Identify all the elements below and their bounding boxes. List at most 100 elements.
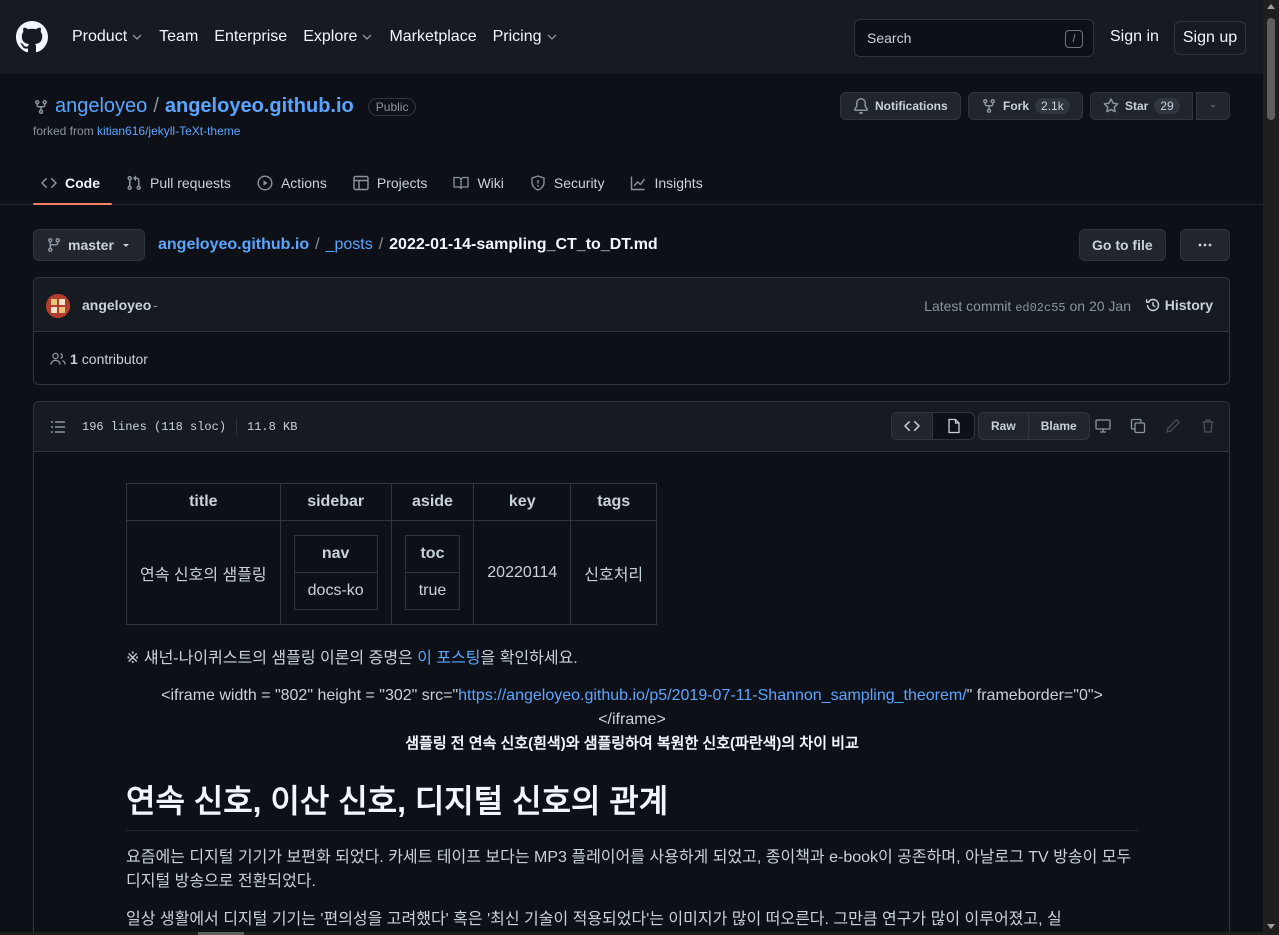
history-link[interactable]: History (1145, 297, 1213, 313)
repo-owner-link[interactable]: angeloyeo (55, 95, 147, 118)
branch-select-button[interactable]: master (33, 229, 145, 261)
list-unordered-icon[interactable] (50, 419, 66, 435)
book-icon (453, 176, 470, 189)
tab-insights[interactable]: Insights (622, 160, 714, 205)
go-to-file-button[interactable]: Go to file (1079, 229, 1166, 261)
scroll-up-arrow-icon[interactable] (1267, 4, 1275, 9)
chevron-down-icon (362, 34, 372, 40)
iframe-text: " frameborder="0"> (966, 687, 1103, 704)
table-header: sidebar (279, 483, 392, 521)
subtable-header: toc (404, 535, 461, 573)
subtable-cell: docs-ko (293, 572, 378, 610)
visibility-badge: Public (367, 97, 417, 116)
tab-label: Pull requests (150, 174, 231, 191)
display-source-button[interactable] (891, 412, 933, 440)
repo-title: angeloyeo / angeloyeo.github.io Public (33, 95, 417, 118)
github-logo-icon[interactable] (16, 21, 48, 53)
star-count: 29 (1154, 98, 1180, 114)
triangle-down-icon (1210, 105, 1216, 108)
raw-button[interactable]: Raw (978, 412, 1029, 440)
tab-code[interactable]: Code (33, 160, 112, 205)
iframe-close-text: </iframe> (598, 711, 666, 728)
tab-label: Wiki (477, 174, 504, 191)
tab-security[interactable]: Security (522, 160, 617, 205)
latest-commit-label: Latest commit (924, 298, 1012, 314)
nav-enterprise[interactable]: Enterprise (214, 28, 287, 46)
nav-explore[interactable]: Explore (303, 28, 373, 46)
nav-marketplace[interactable]: Marketplace (389, 28, 476, 46)
repo-header: angeloyeo / angeloyeo.github.io Public f… (0, 74, 1263, 205)
iframe-url-link[interactable]: https://angeloyeo.github.io/p5/2019-07-1… (458, 687, 967, 704)
tab-pull-requests[interactable]: Pull requests (118, 160, 243, 205)
sign-up-button[interactable]: Sign up (1174, 21, 1246, 55)
git-branch-icon (47, 238, 60, 253)
scroll-down-arrow-icon[interactable] (1267, 924, 1275, 929)
file-icon (947, 418, 960, 434)
tab-projects[interactable]: Projects (345, 160, 440, 205)
sign-in-link[interactable]: Sign in (1110, 28, 1159, 46)
star-list-dropdown[interactable] (1196, 92, 1230, 120)
copy-icon[interactable] (1130, 418, 1146, 434)
blame-button[interactable]: Blame (1028, 412, 1090, 440)
notifications-button[interactable]: Notifications (840, 92, 961, 120)
forked-from-link[interactable]: kitian616/jekyll-TeXt-theme (97, 124, 240, 138)
repo-separator: / (153, 95, 159, 117)
file-size: 11.8 KB (247, 420, 298, 434)
breadcrumb-file: 2022-01-14-sampling_CT_to_DT.md (389, 236, 658, 253)
breadcrumb-folder[interactable]: _posts (326, 236, 373, 254)
commit-message-separator: - (153, 297, 158, 313)
table-cell-key: 20220114 (473, 520, 572, 625)
repo-forked-icon (35, 99, 47, 114)
tab-label: Code (65, 174, 100, 191)
repo-tabs: Code Pull requests Actions Projects Wiki… (33, 160, 721, 205)
play-icon (257, 174, 273, 191)
search-shortcut-key: / (1065, 30, 1083, 48)
people-icon (50, 352, 66, 365)
commit-author-link[interactable]: angeloyeo (82, 297, 151, 313)
desktop-icon[interactable] (1095, 418, 1111, 434)
commit-sha-link[interactable]: ed02c55 (1015, 301, 1065, 315)
file-header: 196 lines (118 sloc) 11.8 KB Raw Blame (34, 402, 1229, 452)
repo-name-link[interactable]: angeloyeo.github.io (165, 95, 354, 118)
vertical-scrollbar[interactable] (1263, 0, 1279, 935)
display-rendered-button[interactable] (933, 412, 975, 440)
graph-icon (631, 176, 646, 190)
tab-actions[interactable]: Actions (249, 160, 339, 205)
file-viewer: 196 lines (118 sloc) 11.8 KB Raw Blame t… (33, 401, 1230, 935)
pull-request-icon (127, 175, 142, 190)
table-cell-title: 연속 신호의 샘플링 (126, 520, 281, 625)
breadcrumb-root[interactable]: angeloyeo.github.io (158, 236, 309, 254)
avatar-image-icon (46, 294, 70, 318)
nav-product[interactable]: Product (72, 28, 143, 46)
tab-wiki[interactable]: Wiki (445, 160, 515, 205)
table-header: key (473, 483, 572, 521)
contributors-label: contributor (81, 351, 148, 367)
shield-icon (531, 174, 545, 191)
avatar[interactable] (46, 294, 70, 318)
global-header: Product Team Enterprise Explore Marketpl… (0, 0, 1263, 74)
search-input[interactable]: Search / (854, 19, 1094, 57)
forked-prefix: forked from (33, 124, 94, 138)
posting-link[interactable]: 이 포스팅 (417, 650, 480, 667)
trash-icon[interactable] (1200, 418, 1216, 434)
more-options-button[interactable] (1180, 229, 1230, 261)
nav-label: Explore (303, 28, 358, 45)
subtable-cell: true (404, 572, 461, 610)
nav-team[interactable]: Team (159, 28, 198, 46)
file-info-divider (236, 419, 238, 435)
history-icon (1145, 298, 1159, 312)
table-header: tags (570, 483, 658, 521)
aside-subtable: toc true (404, 535, 461, 610)
scrollbar-thumb[interactable] (1267, 18, 1275, 120)
commit-date: on 20 Jan (1069, 298, 1132, 314)
code-icon (904, 420, 920, 432)
contributors-link[interactable]: 1 contributor (50, 351, 148, 367)
breadcrumb-separator: / (315, 236, 320, 253)
pencil-icon[interactable] (1165, 418, 1181, 434)
fork-button[interactable]: Fork 2.1k (968, 92, 1083, 120)
subtable-header: nav (293, 535, 378, 573)
iframe-code-text: <iframe width = "802" height = "302" src… (126, 684, 1138, 732)
file-line-count: 196 lines (118 sloc) (82, 420, 227, 434)
star-button[interactable]: Star 29 (1090, 92, 1193, 120)
nav-pricing[interactable]: Pricing (493, 28, 558, 46)
